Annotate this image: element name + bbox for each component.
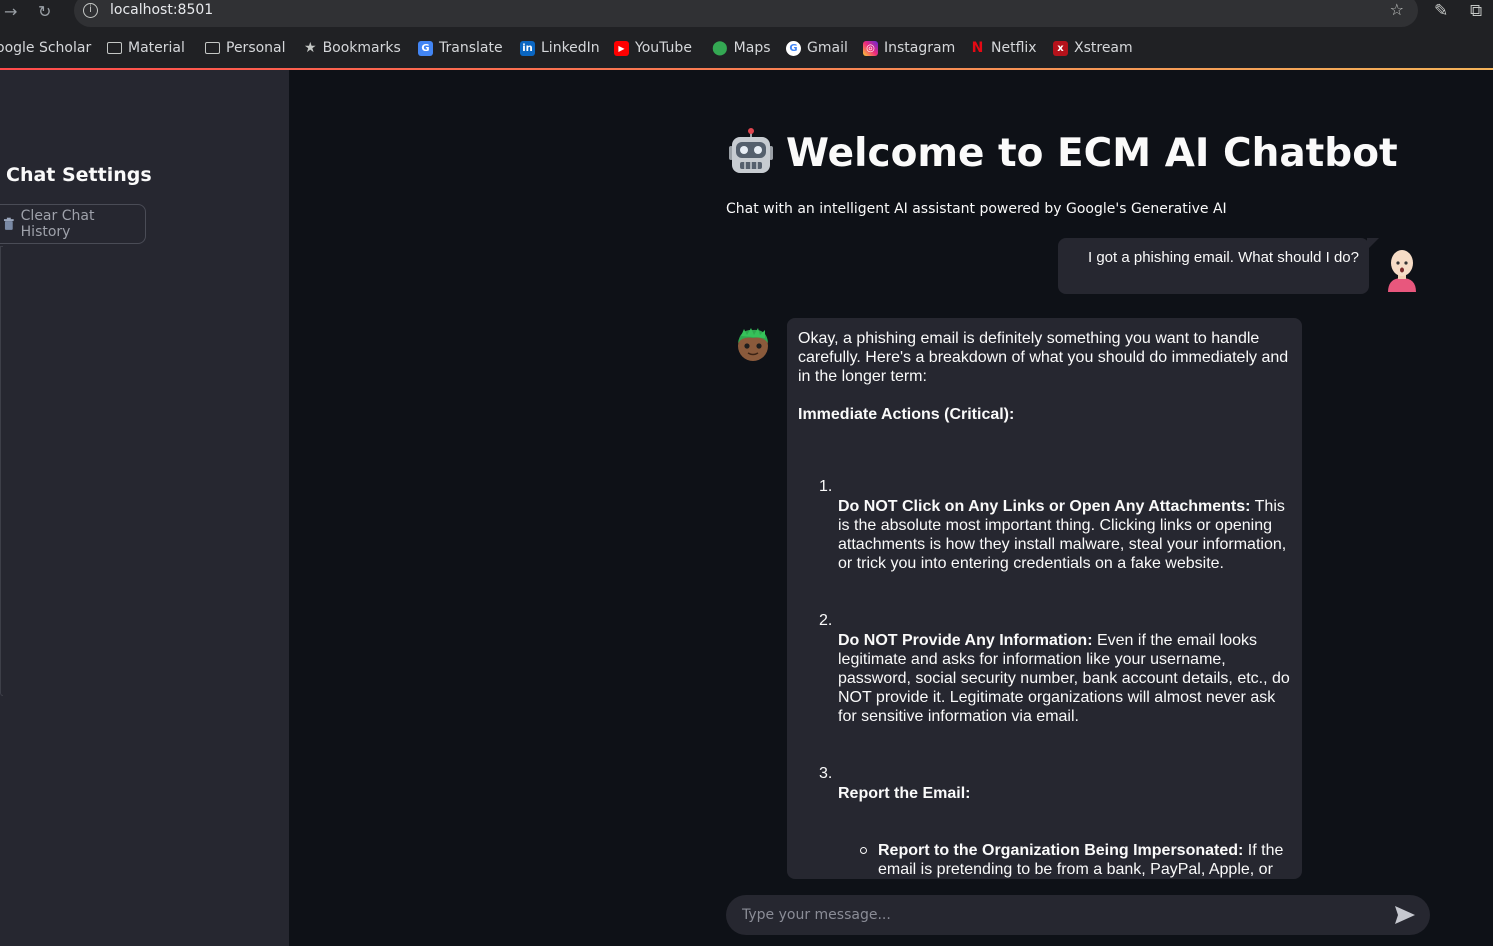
bookmark-maps[interactable]: ⬤ Maps xyxy=(712,38,771,58)
bullet-icon xyxy=(860,847,867,854)
browser-toolbar: → ↻ i localhost:8501 ☆ ✎ ⧉ xyxy=(0,0,1493,28)
assistant-message: Okay, a phishing email is definitely som… xyxy=(787,318,1302,879)
star-icon: ★ xyxy=(304,40,317,56)
bookmark-label: Instagram xyxy=(884,40,956,56)
list-item-title: Do NOT Provide Any Information: xyxy=(838,632,1093,649)
bookmark-star-icon[interactable]: ☆ xyxy=(1390,0,1404,19)
sidebar-container-border xyxy=(0,246,3,696)
xstream-icon: x xyxy=(1053,40,1068,56)
bookmark-label: LinkedIn xyxy=(541,40,600,56)
bookmark-material[interactable]: Material xyxy=(107,38,185,58)
list-item-title: Report the Email: xyxy=(838,785,971,802)
bookmark-google-scholar[interactable]: oogle Scholar xyxy=(0,38,91,58)
list-item-number: 2. xyxy=(819,612,833,629)
reload-icon[interactable]: ↻ xyxy=(38,2,51,21)
assistant-intro: Okay, a phishing email is definitely som… xyxy=(798,330,1289,385)
assistant-heading: Immediate Actions (Critical): xyxy=(798,405,1292,424)
google-icon: G xyxy=(786,40,801,56)
bookmark-bookmarks[interactable]: ★ Bookmarks xyxy=(304,38,401,58)
address-bar[interactable]: i localhost:8501 ☆ xyxy=(74,0,1418,27)
youtube-icon: ▶ xyxy=(614,40,629,56)
user-message-text: I got a phishing email. What should I do… xyxy=(1088,249,1359,266)
assistant-heading-text: Immediate Actions (Critical): xyxy=(798,406,1015,423)
chat-message-input[interactable] xyxy=(742,895,1382,935)
bookmark-label: Material xyxy=(128,40,185,56)
clear-chat-history-label: Clear Chat History xyxy=(20,208,95,240)
robot-icon xyxy=(729,128,773,173)
maps-icon: ⬤ xyxy=(712,40,728,56)
list-item: 1. Do NOT Click on Any Links or Open Any… xyxy=(798,477,1292,573)
translate-icon: G xyxy=(418,40,433,56)
bookmark-label: Netflix xyxy=(991,40,1037,56)
trash-icon xyxy=(3,217,14,230)
bookmarks-bar: oogle Scholar Material Personal ★ Bookma… xyxy=(0,28,1493,68)
user-message: I got a phishing email. What should I do… xyxy=(1058,238,1379,294)
chat-input-container xyxy=(726,895,1430,935)
main-content: Welcome to ECM AI Chatbot Chat with an i… xyxy=(289,70,1493,946)
bookmark-netflix[interactable]: N Netflix xyxy=(970,38,1037,58)
bookmark-label: Bookmarks xyxy=(322,40,401,56)
bookmark-youtube[interactable]: ▶ YouTube xyxy=(614,38,692,58)
netflix-icon: N xyxy=(971,39,984,56)
assistant-avatar xyxy=(738,328,768,361)
forward-icon[interactable]: → xyxy=(4,2,17,21)
extension-brush-icon[interactable]: ✎ xyxy=(1434,1,1448,21)
bookmark-linkedin[interactable]: in LinkedIn xyxy=(520,38,600,58)
bookmark-label: Gmail xyxy=(807,40,848,56)
list-item-title: Do NOT Click on Any Links or Open Any At… xyxy=(838,498,1251,515)
linkedin-icon: in xyxy=(520,40,535,56)
folder-icon xyxy=(205,42,220,54)
bookmark-label: Xstream xyxy=(1074,40,1133,56)
bookmark-xstream[interactable]: x Xstream xyxy=(1053,38,1133,58)
sidebar: Chat Settings Clear Chat History xyxy=(0,70,289,946)
bookmark-label: YouTube xyxy=(635,40,692,56)
bookmark-instagram[interactable]: ◎ Instagram xyxy=(863,38,955,58)
bookmark-label: Translate xyxy=(439,40,503,56)
bookmark-label: Maps xyxy=(733,40,771,56)
list-item-number: 3. xyxy=(819,765,833,782)
bookmark-gmail[interactable]: G Gmail xyxy=(786,38,848,58)
bookmark-translate[interactable]: G Translate xyxy=(418,38,503,58)
bookmark-label: Personal xyxy=(226,40,286,56)
list-item: 3. Report the Email: Report to the Organ… xyxy=(798,764,1292,879)
address-url[interactable]: localhost:8501 xyxy=(110,2,213,18)
extensions-icon[interactable]: ⧉ xyxy=(1470,1,1482,21)
page-title: Welcome to ECM AI Chatbot xyxy=(726,128,1398,178)
list-item: 2. Do NOT Provide Any Information: Even … xyxy=(798,611,1292,726)
sub-list-item-title: Report to the Organization Being Imperso… xyxy=(878,842,1244,859)
page-title-text: Welcome to ECM AI Chatbot xyxy=(786,130,1398,176)
send-icon[interactable] xyxy=(1394,905,1416,925)
user-avatar xyxy=(1388,250,1416,292)
bookmark-label: oogle Scholar xyxy=(0,40,92,56)
list-item-number: 1. xyxy=(819,478,833,495)
folder-icon xyxy=(107,42,122,54)
site-info-icon[interactable]: i xyxy=(83,3,98,18)
page-subtitle: Chat with an intelligent AI assistant po… xyxy=(726,201,1227,217)
sub-list-item: Report to the Organization Being Imperso… xyxy=(838,841,1292,879)
clear-chat-history-button[interactable]: Clear Chat History xyxy=(0,204,146,244)
sidebar-title: Chat Settings xyxy=(6,164,152,186)
instagram-icon: ◎ xyxy=(863,40,878,56)
bookmark-personal[interactable]: Personal xyxy=(205,38,286,58)
